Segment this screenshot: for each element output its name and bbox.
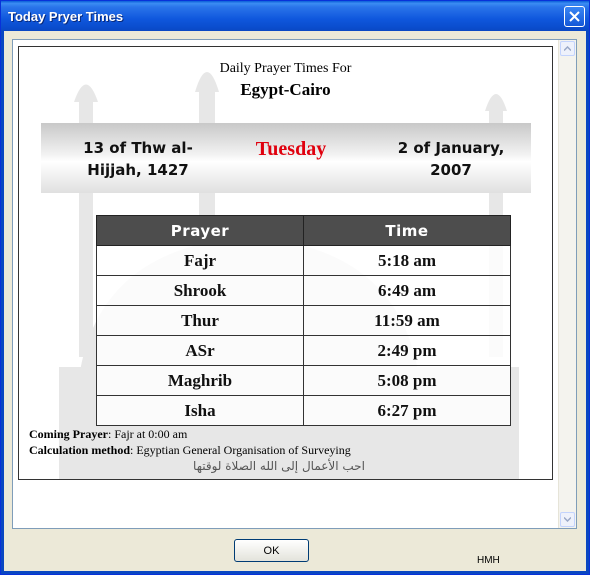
prayer-time: 6:49 am [303, 275, 511, 306]
table-row: ASr 2:49 pm [96, 335, 511, 366]
close-icon [569, 11, 580, 22]
prayer-name: Thur [96, 305, 304, 336]
calculation-method-label: Calculation method [29, 443, 131, 457]
coming-prayer-line: Coming Prayer: Fajr at 0:00 am [29, 427, 187, 442]
column-header-prayer: Prayer [96, 215, 304, 246]
calculation-method-line: Calculation method: Egyptian General Org… [29, 443, 351, 458]
chevron-up-icon [564, 46, 571, 51]
hijri-date: 13 of Thw al-Hijjah, 1427 [83, 139, 193, 179]
window-border-left [1, 31, 4, 573]
prayer-time: 6:27 pm [303, 395, 511, 426]
weekday-label: Tuesday [255, 138, 327, 160]
table-row: Shrook 6:49 am [96, 275, 511, 306]
column-header-time: Time [303, 215, 511, 246]
calculation-method-value: : Egyptian General Organisation of Surve… [130, 443, 351, 457]
table-header-row: Prayer Time [96, 215, 511, 246]
prayer-name: Maghrib [96, 365, 304, 396]
author-label: HMH [477, 555, 500, 566]
table-row: Isha 6:27 pm [96, 395, 511, 426]
vertical-scrollbar[interactable] [558, 40, 576, 528]
window-border-bottom [1, 571, 589, 574]
prayer-time: 2:49 pm [303, 335, 511, 366]
prayer-name: ASr [96, 335, 304, 366]
close-button[interactable] [564, 6, 585, 27]
prayer-times-table: Prayer Time Fajr 5:18 am Shrook 6:49 am … [96, 215, 511, 426]
coming-prayer-value: : Fajr at 0:00 am [107, 427, 188, 441]
prayer-name: Shrook [96, 275, 304, 306]
arabic-quote: احب الأعمال إلى الله الصلاة لوقتها [193, 459, 365, 473]
table-row: Maghrib 5:08 pm [96, 365, 511, 396]
ok-button[interactable]: OK [234, 539, 309, 562]
prayer-name: Fajr [96, 245, 304, 276]
prayer-name: Isha [96, 395, 304, 426]
title-bar[interactable]: Today Pryer Times [1, 1, 589, 31]
header-subtitle: Daily Prayer Times For [219, 61, 352, 76]
content-panel: Daily Prayer Times For Egypt-Cairo 13 of… [12, 39, 577, 529]
prayer-times-report: Daily Prayer Times For Egypt-Cairo 13 of… [18, 46, 553, 480]
scroll-up-button[interactable] [560, 41, 575, 56]
table-row: Fajr 5:18 am [96, 245, 511, 276]
window-title: Today Pryer Times [8, 9, 124, 24]
gregorian-date: 2 of January, 2007 [397, 139, 505, 179]
prayer-time: 5:08 pm [303, 365, 511, 396]
prayer-times-window: Today Pryer Times Daily Prayer Times For… [0, 0, 590, 575]
table-row: Thur 11:59 am [96, 305, 511, 336]
date-banner: 13 of Thw al-Hijjah, 1427 Tuesday 2 of J… [41, 123, 531, 193]
window-border-right [586, 31, 589, 573]
location-title: Egypt-Cairo [240, 80, 331, 99]
prayer-time: 11:59 am [303, 305, 511, 336]
coming-prayer-label: Coming Prayer [29, 427, 108, 441]
prayer-time: 5:18 am [303, 245, 511, 276]
scroll-down-button[interactable] [560, 512, 575, 527]
chevron-down-icon [564, 517, 571, 522]
